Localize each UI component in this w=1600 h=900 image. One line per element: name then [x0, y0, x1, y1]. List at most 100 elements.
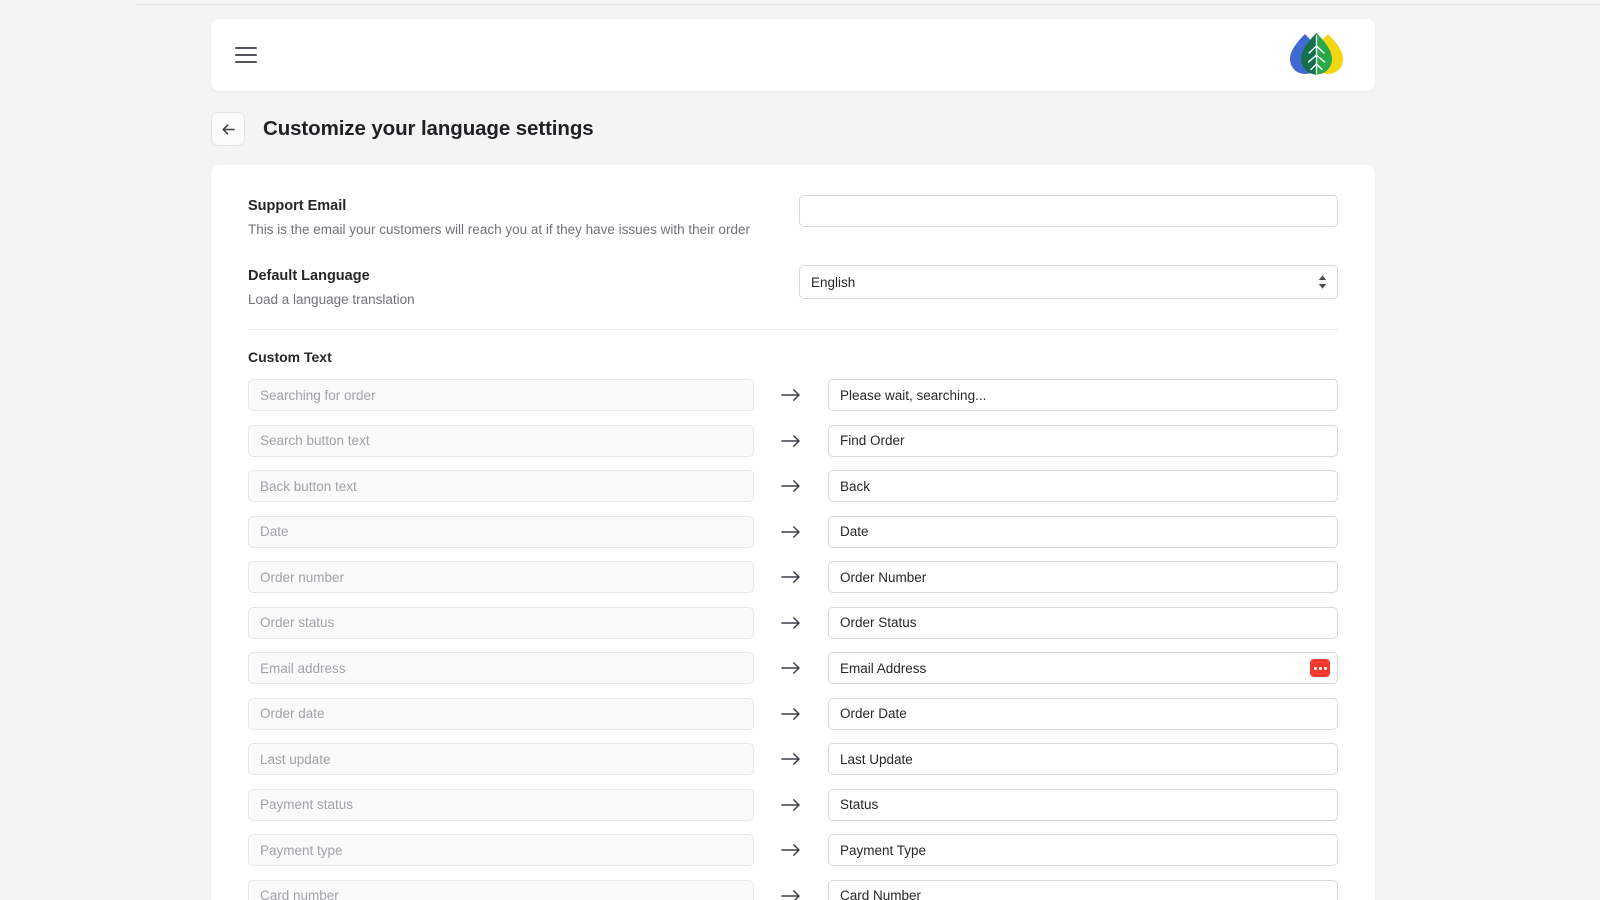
- arrow-right-icon: [754, 479, 828, 493]
- browser-chrome-rule: [135, 4, 1600, 5]
- custom-text-key-input[interactable]: [248, 698, 754, 730]
- custom-text-key-cell: [248, 880, 754, 900]
- custom-text-row: [248, 698, 1338, 730]
- custom-text-row: [248, 834, 1338, 866]
- custom-text-key-input[interactable]: [248, 652, 754, 684]
- custom-text-key-input[interactable]: [248, 834, 754, 866]
- default-language-select-wrap: [799, 265, 1338, 299]
- custom-text-row: [248, 425, 1338, 457]
- custom-text-value-input[interactable]: [828, 880, 1338, 900]
- custom-text-value-input[interactable]: [828, 743, 1338, 775]
- setting-default-language: Default Language Load a language transla…: [248, 265, 1338, 309]
- custom-text-row: [248, 652, 1338, 684]
- custom-text-key-cell: [248, 425, 754, 457]
- setting-title: Support Email: [248, 197, 799, 217]
- custom-text-value-cell: [828, 607, 1338, 639]
- leaf-logo: [1285, 30, 1347, 80]
- custom-text-key-cell: [248, 470, 754, 502]
- custom-text-key-input[interactable]: [248, 743, 754, 775]
- default-language-select[interactable]: [799, 265, 1338, 299]
- arrow-right-icon: [754, 798, 828, 812]
- arrow-right-icon: [754, 843, 828, 857]
- custom-text-value-input[interactable]: [828, 607, 1338, 639]
- setting-description: This is the email your customers will re…: [248, 220, 799, 240]
- setting-field-group: [799, 195, 1338, 227]
- custom-text-row: [248, 470, 1338, 502]
- custom-text-key-input[interactable]: [248, 470, 754, 502]
- custom-text-value-cell: [828, 516, 1338, 548]
- hamburger-menu-icon[interactable]: [229, 38, 263, 72]
- setting-label-group: Default Language Load a language transla…: [248, 265, 799, 309]
- custom-text-value-input[interactable]: [828, 789, 1338, 821]
- custom-text-key-cell: [248, 516, 754, 548]
- custom-text-key-cell: [248, 561, 754, 593]
- custom-text-value-cell: [828, 425, 1338, 457]
- custom-text-key-cell: [248, 379, 754, 411]
- custom-text-row: [248, 561, 1338, 593]
- custom-text-key-cell: [248, 698, 754, 730]
- arrow-right-icon: [754, 752, 828, 766]
- ellipsis-badge-icon[interactable]: [1310, 659, 1330, 677]
- custom-text-value-input[interactable]: [828, 516, 1338, 548]
- arrow-right-icon: [754, 388, 828, 402]
- arrow-right-icon: [754, 661, 828, 675]
- setting-title: Default Language: [248, 267, 799, 287]
- arrow-right-icon: [754, 525, 828, 539]
- arrow-right-icon: [754, 570, 828, 584]
- support-email-input[interactable]: [799, 195, 1338, 227]
- custom-text-heading: Custom Text: [248, 349, 1338, 365]
- custom-text-row: [248, 516, 1338, 548]
- section-divider: [248, 329, 1338, 330]
- setting-support-email: Support Email This is the email your cus…: [248, 195, 1338, 239]
- custom-text-key-input[interactable]: [248, 607, 754, 639]
- arrow-left-icon: [220, 121, 237, 138]
- setting-label-group: Support Email This is the email your cus…: [248, 195, 799, 239]
- page-header: Customize your language settings: [211, 112, 1375, 146]
- custom-text-key-input[interactable]: [248, 789, 754, 821]
- arrow-right-icon: [754, 616, 828, 630]
- custom-text-row: [248, 880, 1338, 900]
- custom-text-key-input[interactable]: [248, 379, 754, 411]
- arrow-right-icon: [754, 707, 828, 721]
- custom-text-key-input[interactable]: [248, 425, 754, 457]
- custom-text-row: [248, 607, 1338, 639]
- app-page: Customize your language settings Support…: [0, 0, 1600, 900]
- arrow-right-icon: [754, 434, 828, 448]
- custom-text-row: [248, 789, 1338, 821]
- page-title: Customize your language settings: [263, 117, 594, 141]
- custom-text-list: [248, 379, 1338, 900]
- settings-card: Support Email This is the email your cus…: [211, 165, 1375, 900]
- custom-text-key-input[interactable]: [248, 561, 754, 593]
- custom-text-value-input[interactable]: [828, 698, 1338, 730]
- custom-text-key-cell: [248, 652, 754, 684]
- custom-text-key-cell: [248, 789, 754, 821]
- custom-text-value-cell: [828, 379, 1338, 411]
- arrow-right-icon: [754, 889, 828, 900]
- app-column: Customize your language settings Support…: [211, 19, 1375, 900]
- custom-text-value-input[interactable]: [828, 425, 1338, 457]
- top-bar: [211, 19, 1375, 91]
- custom-text-value-cell: [828, 698, 1338, 730]
- custom-text-key-cell: [248, 834, 754, 866]
- setting-description: Load a language translation: [248, 290, 799, 310]
- custom-text-value-cell: [828, 789, 1338, 821]
- custom-text-value-cell: [828, 834, 1338, 866]
- custom-text-key-cell: [248, 743, 754, 775]
- custom-text-value-input[interactable]: [828, 379, 1338, 411]
- custom-text-value-cell: [828, 652, 1338, 684]
- custom-text-value-cell: [828, 470, 1338, 502]
- custom-text-value-cell: [828, 743, 1338, 775]
- custom-text-value-cell: [828, 561, 1338, 593]
- back-button[interactable]: [211, 112, 245, 146]
- custom-text-value-input[interactable]: [828, 561, 1338, 593]
- custom-text-value-input[interactable]: [828, 652, 1338, 684]
- custom-text-key-input[interactable]: [248, 516, 754, 548]
- custom-text-key-cell: [248, 607, 754, 639]
- custom-text-value-input[interactable]: [828, 834, 1338, 866]
- custom-text-row: [248, 743, 1338, 775]
- custom-text-key-input[interactable]: [248, 880, 754, 900]
- custom-text-value-cell: [828, 880, 1338, 900]
- setting-field-group: [799, 265, 1338, 299]
- custom-text-row: [248, 379, 1338, 411]
- custom-text-value-input[interactable]: [828, 470, 1338, 502]
